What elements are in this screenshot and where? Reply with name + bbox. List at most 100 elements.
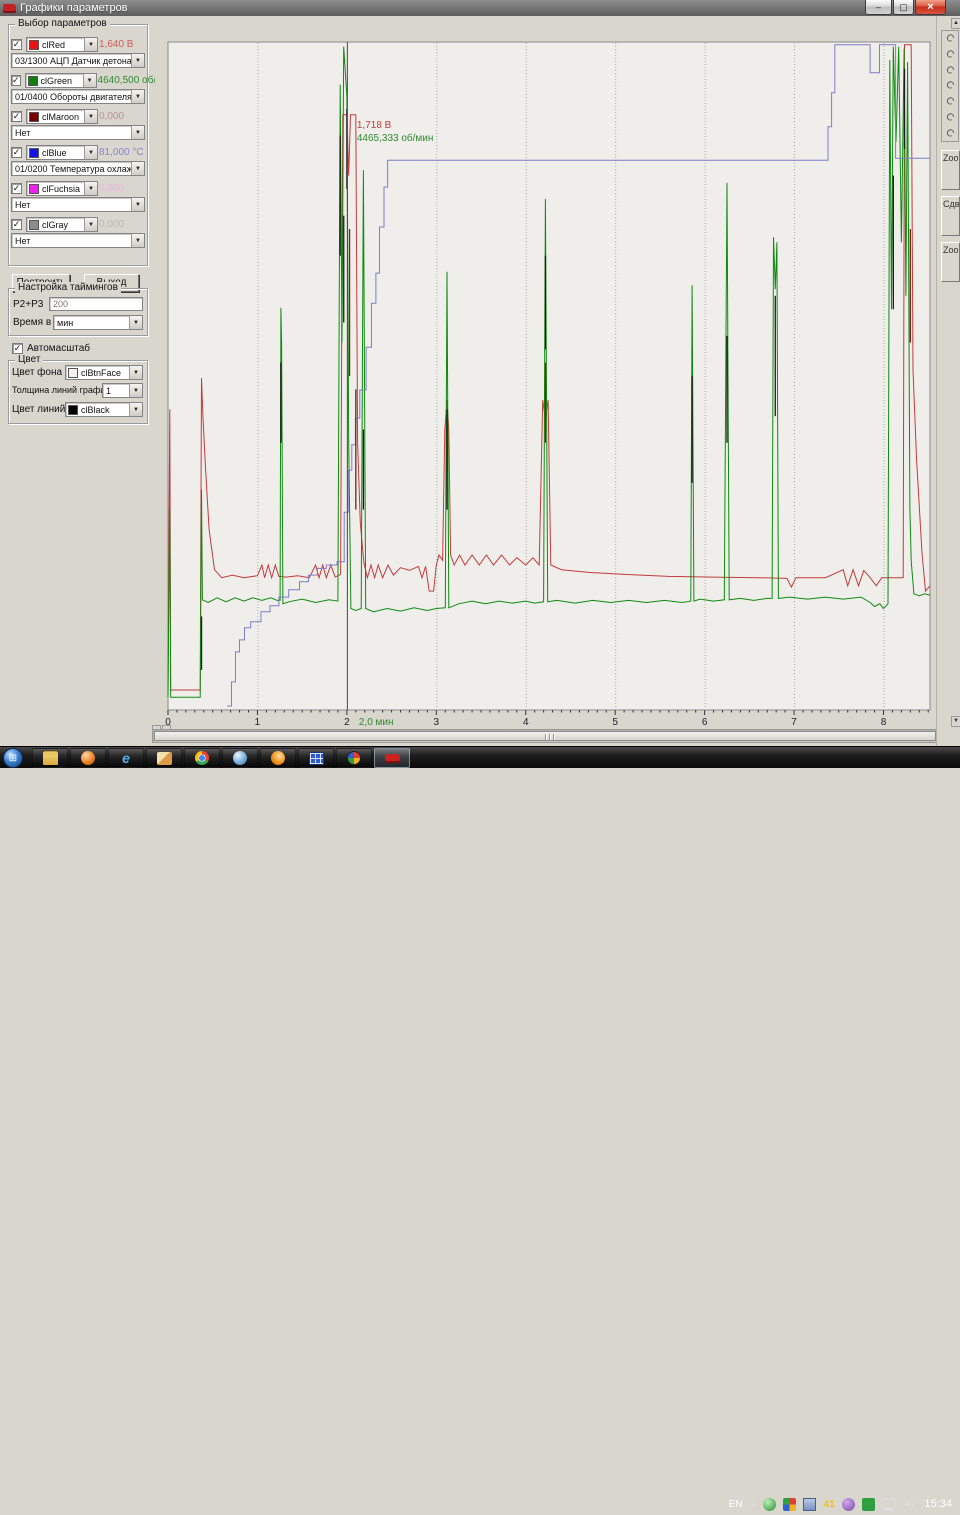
- params-groupbox: Выбор параметров ✓clRed▼1,640 В03/1300 А…: [8, 24, 148, 266]
- close-button[interactable]: ×: [915, 0, 946, 15]
- chevron-down-icon[interactable]: ▼: [131, 126, 144, 139]
- firefox-taskbar-button[interactable]: [260, 748, 296, 768]
- color-combo-clMaroon[interactable]: clMaroon▼: [26, 109, 98, 124]
- sphere-taskbar-button[interactable]: [222, 748, 258, 768]
- start-button[interactable]: ⊞: [3, 748, 23, 768]
- plot-frame[interactable]: [168, 42, 930, 710]
- chevron-down-icon[interactable]: ▼: [131, 198, 144, 211]
- green-square-icon[interactable]: [862, 1498, 875, 1511]
- source-combo-clFuchsia[interactable]: Нет▼: [11, 197, 145, 212]
- color-combo-clGreen[interactable]: clGreen▼: [25, 73, 97, 88]
- bg-color-swatch: [68, 368, 78, 378]
- source-combo-clGreen[interactable]: 01/0400 Обороты двигателя▼: [11, 89, 145, 104]
- network-icon[interactable]: [882, 1498, 895, 1511]
- side-button-2[interactable]: Zoom: [941, 242, 960, 282]
- chevron-down-icon[interactable]: ▼: [131, 54, 144, 67]
- active-app-taskbar-button[interactable]: [374, 748, 410, 768]
- visibility-checkbox[interactable]: ✓: [11, 39, 22, 50]
- line-width-combo[interactable]: 1 ▼: [102, 383, 143, 398]
- chrome-taskbar-button[interactable]: [184, 748, 220, 768]
- paint-taskbar-button[interactable]: [146, 748, 182, 768]
- p2p3-input[interactable]: 200: [49, 297, 143, 311]
- sphere-icon: [233, 751, 247, 765]
- chevron-down-icon[interactable]: ▼: [84, 182, 97, 195]
- speaker-icon[interactable]: ◄): [902, 1498, 914, 1511]
- explorer-folder-icon: [43, 752, 58, 765]
- blue-grid-taskbar-button[interactable]: [298, 748, 334, 768]
- line-width-value: 1: [103, 386, 129, 396]
- chevron-down-icon[interactable]: ▼: [129, 366, 142, 379]
- param-row-clFuchsia: ✓ clFuchsia▼0,000: [11, 181, 151, 196]
- cursor-red-value: 1,718 В: [357, 120, 392, 131]
- time-unit-combo[interactable]: мин ▼: [53, 315, 143, 330]
- source-combo-clMaroon[interactable]: Нет▼: [11, 125, 145, 140]
- chevron-down-icon[interactable]: ▼: [131, 162, 144, 175]
- visibility-checkbox[interactable]: ✓: [11, 111, 22, 122]
- arc-glyph-icon: C: [944, 126, 956, 139]
- chevron-down-icon[interactable]: ▼: [131, 90, 144, 103]
- scrollbar-thumb[interactable]: [154, 731, 936, 741]
- autoscale-checkbox[interactable]: ✓: [12, 343, 23, 354]
- internet-explorer-icon: e: [119, 752, 134, 765]
- chrome-icon: [195, 751, 209, 765]
- color-swatch: [29, 184, 39, 194]
- param-value: 0,000: [99, 111, 124, 122]
- language-indicator[interactable]: EN: [729, 1499, 743, 1510]
- chevron-down-icon[interactable]: ▼: [129, 384, 142, 397]
- source-name: 01/0400 Обороты двигателя: [12, 92, 131, 102]
- arc-glyph-icon: C: [944, 79, 956, 92]
- arc-glyph-icon: C: [944, 95, 956, 108]
- chevron-down-icon[interactable]: ▼: [84, 218, 97, 231]
- color-groupbox: Цвет Цвет фона clBtnFace ▼ Толщина линий…: [8, 360, 148, 424]
- explorer-folder-taskbar-button[interactable]: [32, 748, 68, 768]
- window-title: Графики параметров: [20, 2, 128, 14]
- line-width-label: Толщина линий график: [12, 385, 109, 395]
- chevron-down-icon[interactable]: ▼: [84, 38, 97, 51]
- right-toolbar: ▲ CCCCCCC ZoomСдвигZoom ▼: [936, 16, 960, 746]
- scroll-up-arrow-icon[interactable]: ▲: [951, 18, 960, 29]
- horizontal-scrollbar[interactable]: [152, 729, 940, 743]
- color-grid-icon[interactable]: [783, 1498, 796, 1511]
- antivirus-icon[interactable]: [763, 1498, 776, 1511]
- param-value: 0,000: [99, 183, 124, 194]
- source-combo-clRed[interactable]: 03/1300 АЦП Датчик детонаци▼: [11, 53, 145, 68]
- chevron-down-icon[interactable]: ▼: [129, 316, 142, 329]
- color-combo-clBlue[interactable]: clBlue▼: [26, 145, 98, 160]
- visibility-checkbox[interactable]: ✓: [11, 147, 22, 158]
- visibility-checkbox[interactable]: ✓: [11, 219, 22, 230]
- chart-area[interactable]: 0123456781,718 В4465,333 об/мин2,0 мин: [155, 20, 935, 743]
- chevron-down-icon[interactable]: ▼: [131, 234, 144, 247]
- chevron-down-icon[interactable]: ▼: [83, 74, 96, 87]
- side-button-0[interactable]: Zoom: [941, 150, 960, 190]
- visibility-checkbox[interactable]: ✓: [11, 75, 21, 86]
- line-color-label: Цвет линий: [12, 404, 65, 415]
- color-combo-clGray[interactable]: clGray▼: [26, 217, 98, 232]
- tray-expand-icon[interactable]: ▲: [750, 1501, 757, 1508]
- color-combo-clFuchsia[interactable]: clFuchsia▼: [26, 181, 98, 196]
- scroll-down-arrow-icon[interactable]: ▼: [951, 716, 960, 727]
- window-tray-icon[interactable]: [803, 1498, 816, 1511]
- side-button-1[interactable]: Сдвиг: [941, 196, 960, 236]
- chevron-down-icon[interactable]: ▼: [129, 403, 142, 416]
- chevron-down-icon[interactable]: ▼: [84, 146, 97, 159]
- param-value: 81,000 °C: [99, 147, 144, 158]
- parameter-graph[interactable]: 0123456781,718 В4465,333 об/мин2,0 мин: [155, 20, 935, 743]
- chevron-down-icon[interactable]: ▼: [84, 110, 97, 123]
- color-combo-clRed[interactable]: clRed▼: [26, 37, 98, 52]
- color-wheel-taskbar-button[interactable]: [336, 748, 372, 768]
- internet-explorer-taskbar-button[interactable]: e: [108, 748, 144, 768]
- clock[interactable]: 15:34: [924, 1498, 952, 1510]
- minimize-button[interactable]: –: [865, 0, 892, 15]
- badge-41-icon[interactable]: 41: [823, 1498, 834, 1511]
- media-player-taskbar-button[interactable]: [70, 748, 106, 768]
- param-value: 1,640 В: [99, 39, 133, 50]
- maximize-button[interactable]: ▢: [893, 0, 914, 15]
- source-name: Нет: [12, 200, 131, 210]
- source-combo-clGray[interactable]: Нет▼: [11, 233, 145, 248]
- messenger-icon[interactable]: [842, 1498, 855, 1511]
- line-color-combo[interactable]: clBlack ▼: [65, 402, 143, 417]
- bg-color-combo[interactable]: clBtnFace ▼: [65, 365, 143, 380]
- visibility-checkbox[interactable]: ✓: [11, 183, 22, 194]
- param-row-clRed: ✓ clRed▼1,640 В: [11, 37, 151, 52]
- source-combo-clBlue[interactable]: 01/0200 Температура охлаждаю▼: [11, 161, 145, 176]
